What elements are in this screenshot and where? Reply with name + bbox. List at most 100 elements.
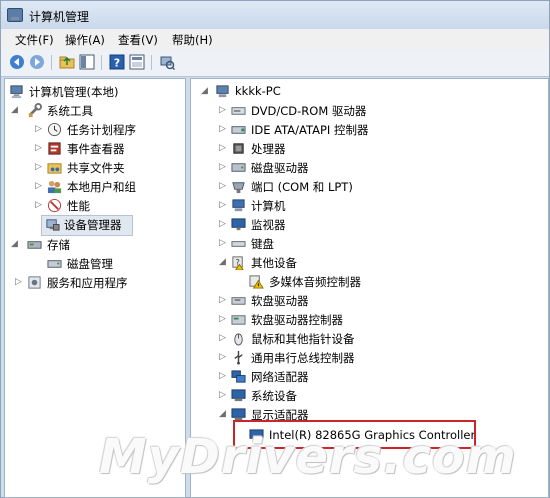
help-icon[interactable]: ? xyxy=(109,54,125,70)
collapse-arrow-icon[interactable]: ◢ xyxy=(219,409,229,419)
device-category-system[interactable]: ▷ 系统设备 xyxy=(219,386,539,405)
expand-arrow-icon[interactable]: ▷ xyxy=(219,238,229,248)
expand-arrow-icon[interactable]: ▷ xyxy=(35,143,45,153)
tree-item-performance[interactable]: ▷ 性能 xyxy=(7,196,183,215)
tree-label: 共享文件夹 xyxy=(67,161,125,175)
menu-file[interactable]: 文件(F) xyxy=(15,32,54,48)
expand-arrow-icon[interactable]: ▷ xyxy=(219,200,229,210)
computer-management-icon xyxy=(7,8,23,22)
device-category-usb[interactable]: ▷ 通用串行总线控制器 xyxy=(219,348,539,367)
expand-arrow-icon[interactable]: ▷ xyxy=(219,352,229,362)
menu-bar: 文件(F) 操作(A) 查看(V) 帮助(H) xyxy=(1,29,549,51)
device-category-monitor[interactable]: ▷ 监视器 xyxy=(219,215,539,234)
expand-arrow-icon[interactable]: ▷ xyxy=(35,200,45,210)
expand-arrow-icon[interactable]: ▷ xyxy=(35,162,45,172)
collapse-arrow-icon[interactable]: ◢ xyxy=(201,86,211,96)
tree-label: 系统设备 xyxy=(251,389,297,403)
collapse-arrow-icon[interactable]: ◢ xyxy=(219,257,229,267)
expand-arrow-icon[interactable]: ▷ xyxy=(219,295,229,305)
back-arrow-icon[interactable] xyxy=(9,54,25,70)
expand-arrow-icon[interactable]: ▷ xyxy=(219,124,229,134)
tree-label: 任务计划程序 xyxy=(67,123,136,137)
device-category-network[interactable]: ▷ 网络适配器 xyxy=(219,367,539,386)
expand-arrow-icon[interactable]: ▷ xyxy=(219,143,229,153)
monitor-icon xyxy=(231,218,246,231)
tree-label: 服务和应用程序 xyxy=(47,276,128,290)
show-hide-tree-icon[interactable] xyxy=(79,54,95,70)
tree-label: 多媒体音频控制器 xyxy=(269,275,361,289)
shared-folder-icon xyxy=(47,163,62,174)
menu-help[interactable]: 帮助(H) xyxy=(172,32,213,48)
tree-item-disk-management[interactable]: 磁盘管理 xyxy=(7,254,183,273)
expand-arrow-icon[interactable]: ▷ xyxy=(219,314,229,324)
expand-arrow-icon[interactable]: ▷ xyxy=(35,124,45,134)
toolbar-separator xyxy=(151,55,152,70)
floppy-controller-icon xyxy=(231,315,246,325)
storage-icon xyxy=(27,241,42,249)
device-category-other[interactable]: ◢ ? 其他设备 xyxy=(219,253,539,272)
usb-icon xyxy=(234,350,243,365)
tree-item-event-viewer[interactable]: ▷ 事件查看器 xyxy=(7,139,183,158)
scan-hardware-icon[interactable] xyxy=(159,54,175,70)
menu-action[interactable]: 操作(A) xyxy=(65,32,105,48)
tree-item-storage[interactable]: ◢ 存储 xyxy=(7,235,183,254)
device-category-keyboard[interactable]: ▷ 键盘 xyxy=(219,234,539,253)
tree-label: 磁盘驱动器 xyxy=(251,161,309,175)
expand-arrow-icon[interactable]: ▷ xyxy=(219,105,229,115)
computer-icon xyxy=(216,85,229,98)
tree-item-shared-folders[interactable]: ▷ 共享文件夹 xyxy=(7,158,183,177)
floppy-drive-icon xyxy=(231,297,246,305)
expand-arrow-icon[interactable]: ▷ xyxy=(219,219,229,229)
device-item-multimedia-audio[interactable]: 多媒体音频控制器 xyxy=(237,272,537,291)
device-category-disk[interactable]: ▷ 磁盘驱动器 xyxy=(219,158,539,177)
device-category-processor[interactable]: ▷ 处理器 xyxy=(219,139,539,158)
up-folder-icon[interactable] xyxy=(59,54,75,70)
expand-arrow-icon[interactable]: ▷ xyxy=(35,181,45,191)
device-category-computer[interactable]: ▷ 计算机 xyxy=(219,196,539,215)
tree-label: kkkk-PC xyxy=(235,84,281,98)
tree-item-device-manager[interactable]: 设备管理器 xyxy=(41,215,133,236)
device-category-dvd[interactable]: ▷ DVD/CD-ROM 驱动器 xyxy=(219,101,539,120)
port-icon xyxy=(232,182,245,194)
warning-device-icon xyxy=(249,275,264,289)
device-root-computer[interactable]: ◢ kkkk-PC xyxy=(201,82,541,101)
watermark: MyDrivers.com xyxy=(99,429,517,485)
tree-label: 键盘 xyxy=(251,237,274,251)
tree-label: 网络适配器 xyxy=(251,370,309,384)
users-icon xyxy=(47,180,62,194)
expand-arrow-icon[interactable]: ▷ xyxy=(219,371,229,381)
menu-view[interactable]: 查看(V) xyxy=(118,32,158,48)
device-manager-icon xyxy=(46,219,60,231)
tree-item-system-tools[interactable]: ◢ 系统工具 xyxy=(7,101,183,120)
expand-arrow-icon[interactable]: ▷ xyxy=(219,333,229,343)
title-bar: 计算机管理 xyxy=(1,1,549,29)
device-category-ports[interactable]: ▷ 端口 (COM 和 LPT) xyxy=(219,177,539,196)
device-category-floppy-controller[interactable]: ▷ 软盘驱动器控制器 xyxy=(219,310,539,329)
tree-label: IDE ATA/ATAPI 控制器 xyxy=(251,123,369,137)
tree-label: 通用串行总线控制器 xyxy=(251,351,355,365)
expand-arrow-icon[interactable]: ▷ xyxy=(219,390,229,400)
tree-item-local-users[interactable]: ▷ 本地用户和组 xyxy=(7,177,183,196)
toolbar-separator xyxy=(101,55,102,70)
expand-arrow-icon[interactable]: ▷ xyxy=(219,181,229,191)
device-category-mouse[interactable]: ▷ 鼠标和其他指针设备 xyxy=(219,329,539,348)
disk-drive-icon xyxy=(231,163,246,172)
properties-icon[interactable] xyxy=(129,54,145,70)
device-category-ide[interactable]: ▷ IDE ATA/ATAPI 控制器 xyxy=(219,120,539,139)
device-category-floppy[interactable]: ▷ 软盘驱动器 xyxy=(219,291,539,310)
tools-icon xyxy=(28,103,42,118)
toolbar: ? xyxy=(1,50,549,77)
tree-label: 软盘驱动器控制器 xyxy=(251,313,343,327)
unknown-device-icon: ? xyxy=(232,256,244,270)
tree-label: 计算机 xyxy=(251,199,286,213)
expand-arrow-icon[interactable]: ▷ xyxy=(219,162,229,172)
collapse-arrow-icon[interactable]: ◢ xyxy=(11,105,21,115)
tree-label: 处理器 xyxy=(251,142,286,156)
tree-item-services[interactable]: ▷ 服务和应用程序 xyxy=(7,273,183,292)
expand-arrow-icon[interactable]: ▷ xyxy=(15,277,25,287)
collapse-arrow-icon[interactable]: ◢ xyxy=(11,239,21,249)
clock-icon xyxy=(47,122,62,137)
tree-item-task-scheduler[interactable]: ▷ 任务计划程序 xyxy=(7,120,183,139)
tree-item-computer-management[interactable]: 计算机管理(本地) xyxy=(7,82,183,101)
forward-arrow-icon[interactable] xyxy=(29,54,45,70)
